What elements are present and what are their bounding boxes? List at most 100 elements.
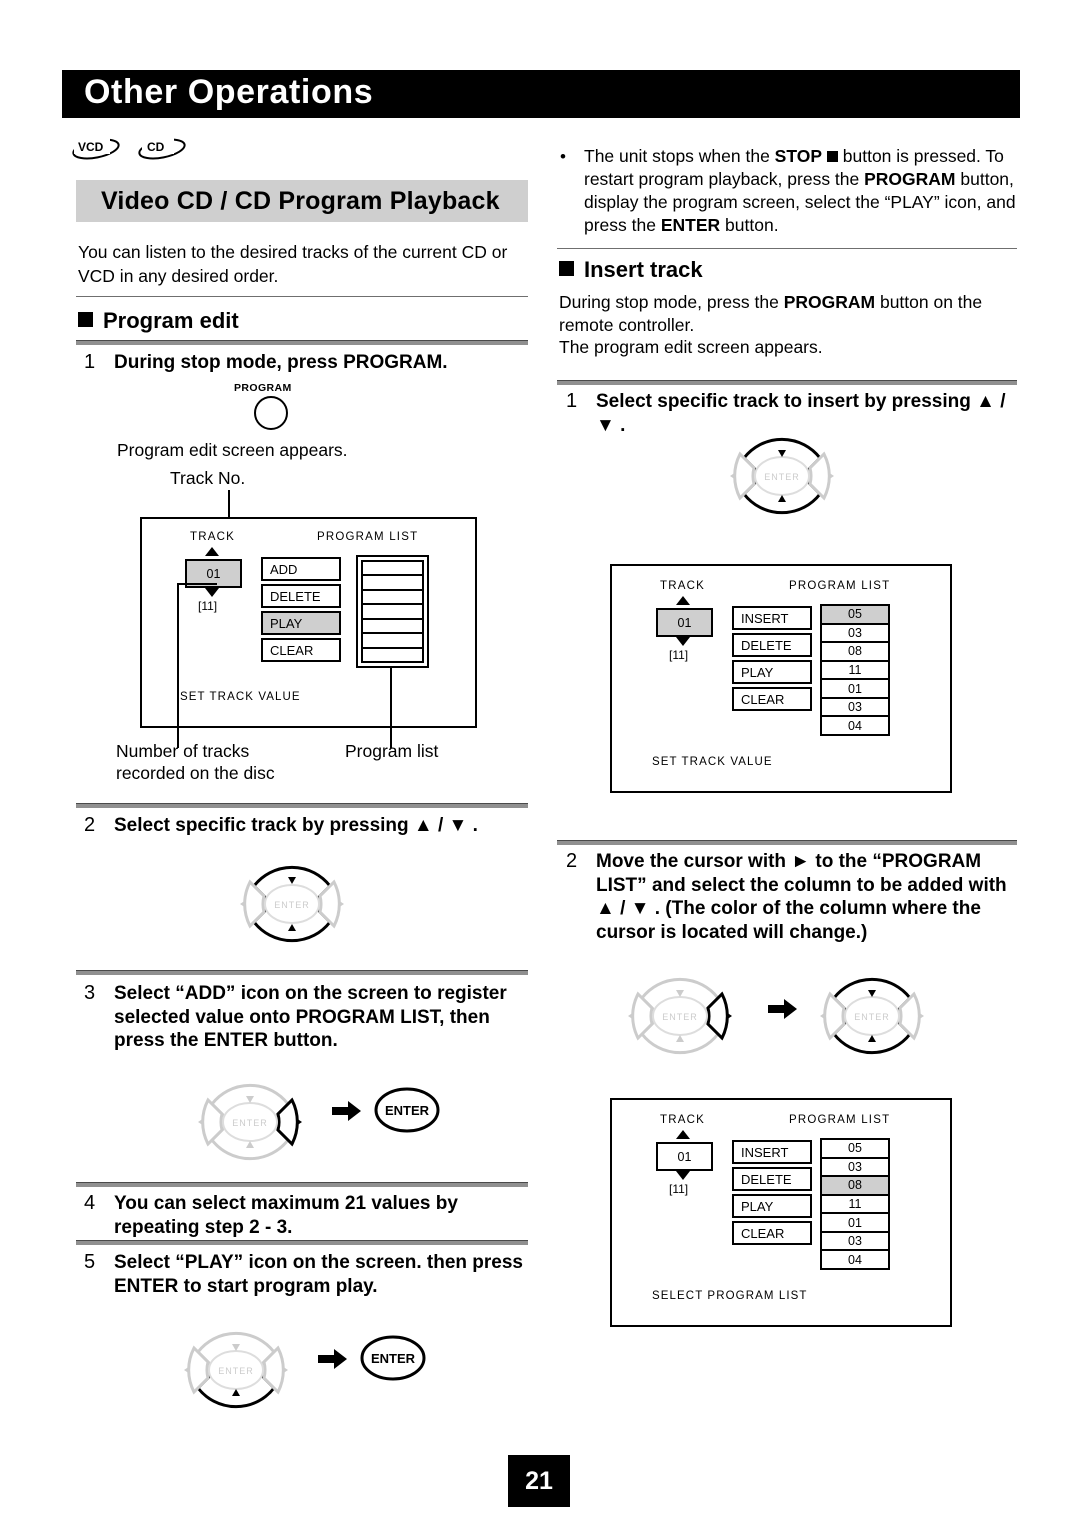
program-list-row[interactable]: 03 (822, 1159, 888, 1178)
insert-step2-rule (557, 840, 1017, 845)
osd-command-delete[interactable]: DELETE (732, 1167, 812, 1191)
program-button-circle-icon (254, 396, 288, 430)
program-list-row[interactable] (363, 576, 422, 591)
svg-text:ENTER: ENTER (218, 1366, 254, 1376)
osd-track-total: [11] (198, 599, 218, 613)
step-text: Select “ADD” icon on the screen to regis… (114, 983, 507, 1051)
osd-track-total: [11] (669, 648, 689, 662)
osd-track-value: 01 (656, 1142, 713, 1171)
dpad-down[interactable]: ENTER (170, 1316, 302, 1429)
track-up-arrow-icon (676, 596, 690, 605)
osd-insert-1: TRACK PROGRAM LIST 01 [11] INSERT DELETE… (610, 564, 952, 793)
tracks-count-leader-horizontal (177, 583, 217, 585)
dpad-right[interactable]: ENTER (184, 1068, 316, 1181)
osd-track-header: TRACK (660, 580, 705, 592)
step3-rule (76, 970, 528, 975)
program-list-row[interactable] (363, 634, 422, 649)
osd-command-clear[interactable]: CLEAR (732, 687, 812, 711)
bullet-square-icon (559, 261, 574, 276)
flow-arrow-icon-1 (330, 1098, 364, 1129)
osd-track-header: TRACK (660, 1114, 705, 1126)
dpad-right-insert[interactable]: ENTER (614, 962, 746, 1075)
enter-button-1[interactable]: ENTER (374, 1086, 440, 1139)
step-number: 5 (84, 1251, 96, 1273)
osd-program-list[interactable]: 05 03 08 11 01 03 04 (820, 604, 890, 736)
intro-paragraph: You can listen to the desired tracks of … (78, 242, 508, 286)
step-program-edit-5: 5 Select “PLAY” icon on the screen. then… (84, 1251, 528, 1298)
osd-command-play[interactable]: PLAY (732, 660, 812, 684)
osd-footer: SET TRACK VALUE (180, 691, 301, 703)
step-program-edit-1: 1 During stop mode, press PROGRAM. (84, 351, 528, 375)
program-button-graphic: PROGRAM (226, 382, 346, 430)
step-number: 2 (566, 850, 578, 872)
osd-list-header: PROGRAM LIST (317, 531, 419, 543)
program-edit-screen-note: Program edit screen appears. (117, 440, 348, 460)
program-list-row[interactable]: 04 (822, 1251, 888, 1268)
svg-text:ENTER: ENTER (274, 900, 310, 910)
svg-text:ENTER: ENTER (854, 1012, 890, 1022)
enter-button-2[interactable]: ENTER (360, 1334, 426, 1387)
program-list-row[interactable]: 05 (822, 1140, 888, 1159)
osd-insert-2: TRACK PROGRAM LIST 01 [11] INSERT DELETE… (610, 1098, 952, 1327)
dpad-up-down[interactable]: ENTER (226, 850, 358, 963)
svg-text:CD: CD (147, 140, 165, 154)
osd-program-list[interactable] (356, 555, 429, 668)
program-list-row[interactable]: 04 (822, 717, 888, 734)
step2-rule (76, 803, 528, 808)
program-list-row[interactable]: 03 (822, 1233, 888, 1252)
track-up-arrow-icon (676, 1130, 690, 1139)
flow-arrow-icon-2 (316, 1346, 350, 1377)
osd-command-play[interactable]: PLAY (732, 1194, 812, 1218)
program-list-row[interactable]: 01 (822, 1214, 888, 1233)
dpad-up-down-insert[interactable]: ENTER (716, 422, 848, 535)
osd-program-list[interactable]: 05 03 08 11 01 03 04 (820, 1138, 890, 1270)
osd-list-header: PROGRAM LIST (789, 1114, 891, 1126)
step-number: 3 (84, 982, 96, 1004)
program-list-row[interactable] (363, 591, 422, 606)
dpad-up-down-insert-2[interactable]: ENTER (806, 962, 938, 1075)
program-edit-heading: Program edit (78, 308, 239, 334)
flow-arrow-icon-3 (766, 996, 800, 1027)
osd-command-delete[interactable]: DELETE (261, 584, 341, 608)
program-list-row[interactable]: 08 (822, 643, 888, 662)
program-list-row[interactable]: 11 (822, 1196, 888, 1215)
program-list-row[interactable] (363, 562, 422, 577)
step-program-edit-2: 2 Select specific track by pressing ▲ / … (84, 814, 528, 838)
section-title: Video CD / CD Program Playback (101, 187, 500, 215)
insert-track-heading: Insert track (559, 257, 703, 283)
osd-command-insert[interactable]: INSERT (732, 606, 812, 630)
program-list-row[interactable]: 11 (822, 662, 888, 681)
note-stop-block: • The unit stops when the STOP button is… (560, 145, 1020, 237)
program-list-row[interactable]: 05 (822, 606, 888, 625)
step-text: Select specific track by pressing ▲ / ▼ … (114, 815, 478, 836)
svg-text:ENTER: ENTER (764, 472, 800, 482)
program-edit-rule-top (76, 296, 528, 297)
osd-command-add[interactable]: ADD (261, 557, 341, 581)
program-list-row[interactable]: 01 (822, 680, 888, 699)
osd-command-play[interactable]: PLAY (261, 611, 341, 635)
osd-command-clear[interactable]: CLEAR (261, 638, 341, 662)
step5-rule (76, 1240, 528, 1245)
vcd-disc-icon: VCD (72, 137, 124, 161)
program-list-row[interactable] (363, 605, 422, 620)
page-number: 21 (508, 1455, 570, 1507)
cd-disc-icon: CD (138, 137, 190, 161)
osd-command-clear[interactable]: CLEAR (732, 1221, 812, 1245)
disc-format-icons: VCD CD (72, 137, 200, 165)
step-program-edit-3: 3 Select “ADD” icon on the screen to reg… (84, 982, 528, 1053)
step-program-edit-4: 4 You can select maximum 21 values by re… (84, 1192, 528, 1239)
osd-command-insert[interactable]: INSERT (732, 1140, 812, 1164)
program-list-row[interactable] (363, 620, 422, 635)
program-list-row[interactable]: 03 (822, 699, 888, 718)
osd-command-delete[interactable]: DELETE (732, 633, 812, 657)
callout-program-list: Program list (345, 741, 439, 761)
step-text: During stop mode, press PROGRAM. (114, 352, 448, 373)
track-down-arrow-icon (205, 588, 219, 597)
program-list-row[interactable]: 08 (822, 1177, 888, 1196)
svg-text:ENTER: ENTER (371, 1351, 416, 1366)
step-insert-2: 2 Move the cursor with ► to the “PROGRAM… (566, 850, 1018, 944)
program-list-row[interactable] (363, 649, 422, 661)
svg-text:ENTER: ENTER (232, 1118, 268, 1128)
program-list-row[interactable]: 03 (822, 625, 888, 644)
track-down-arrow-icon (676, 637, 690, 646)
